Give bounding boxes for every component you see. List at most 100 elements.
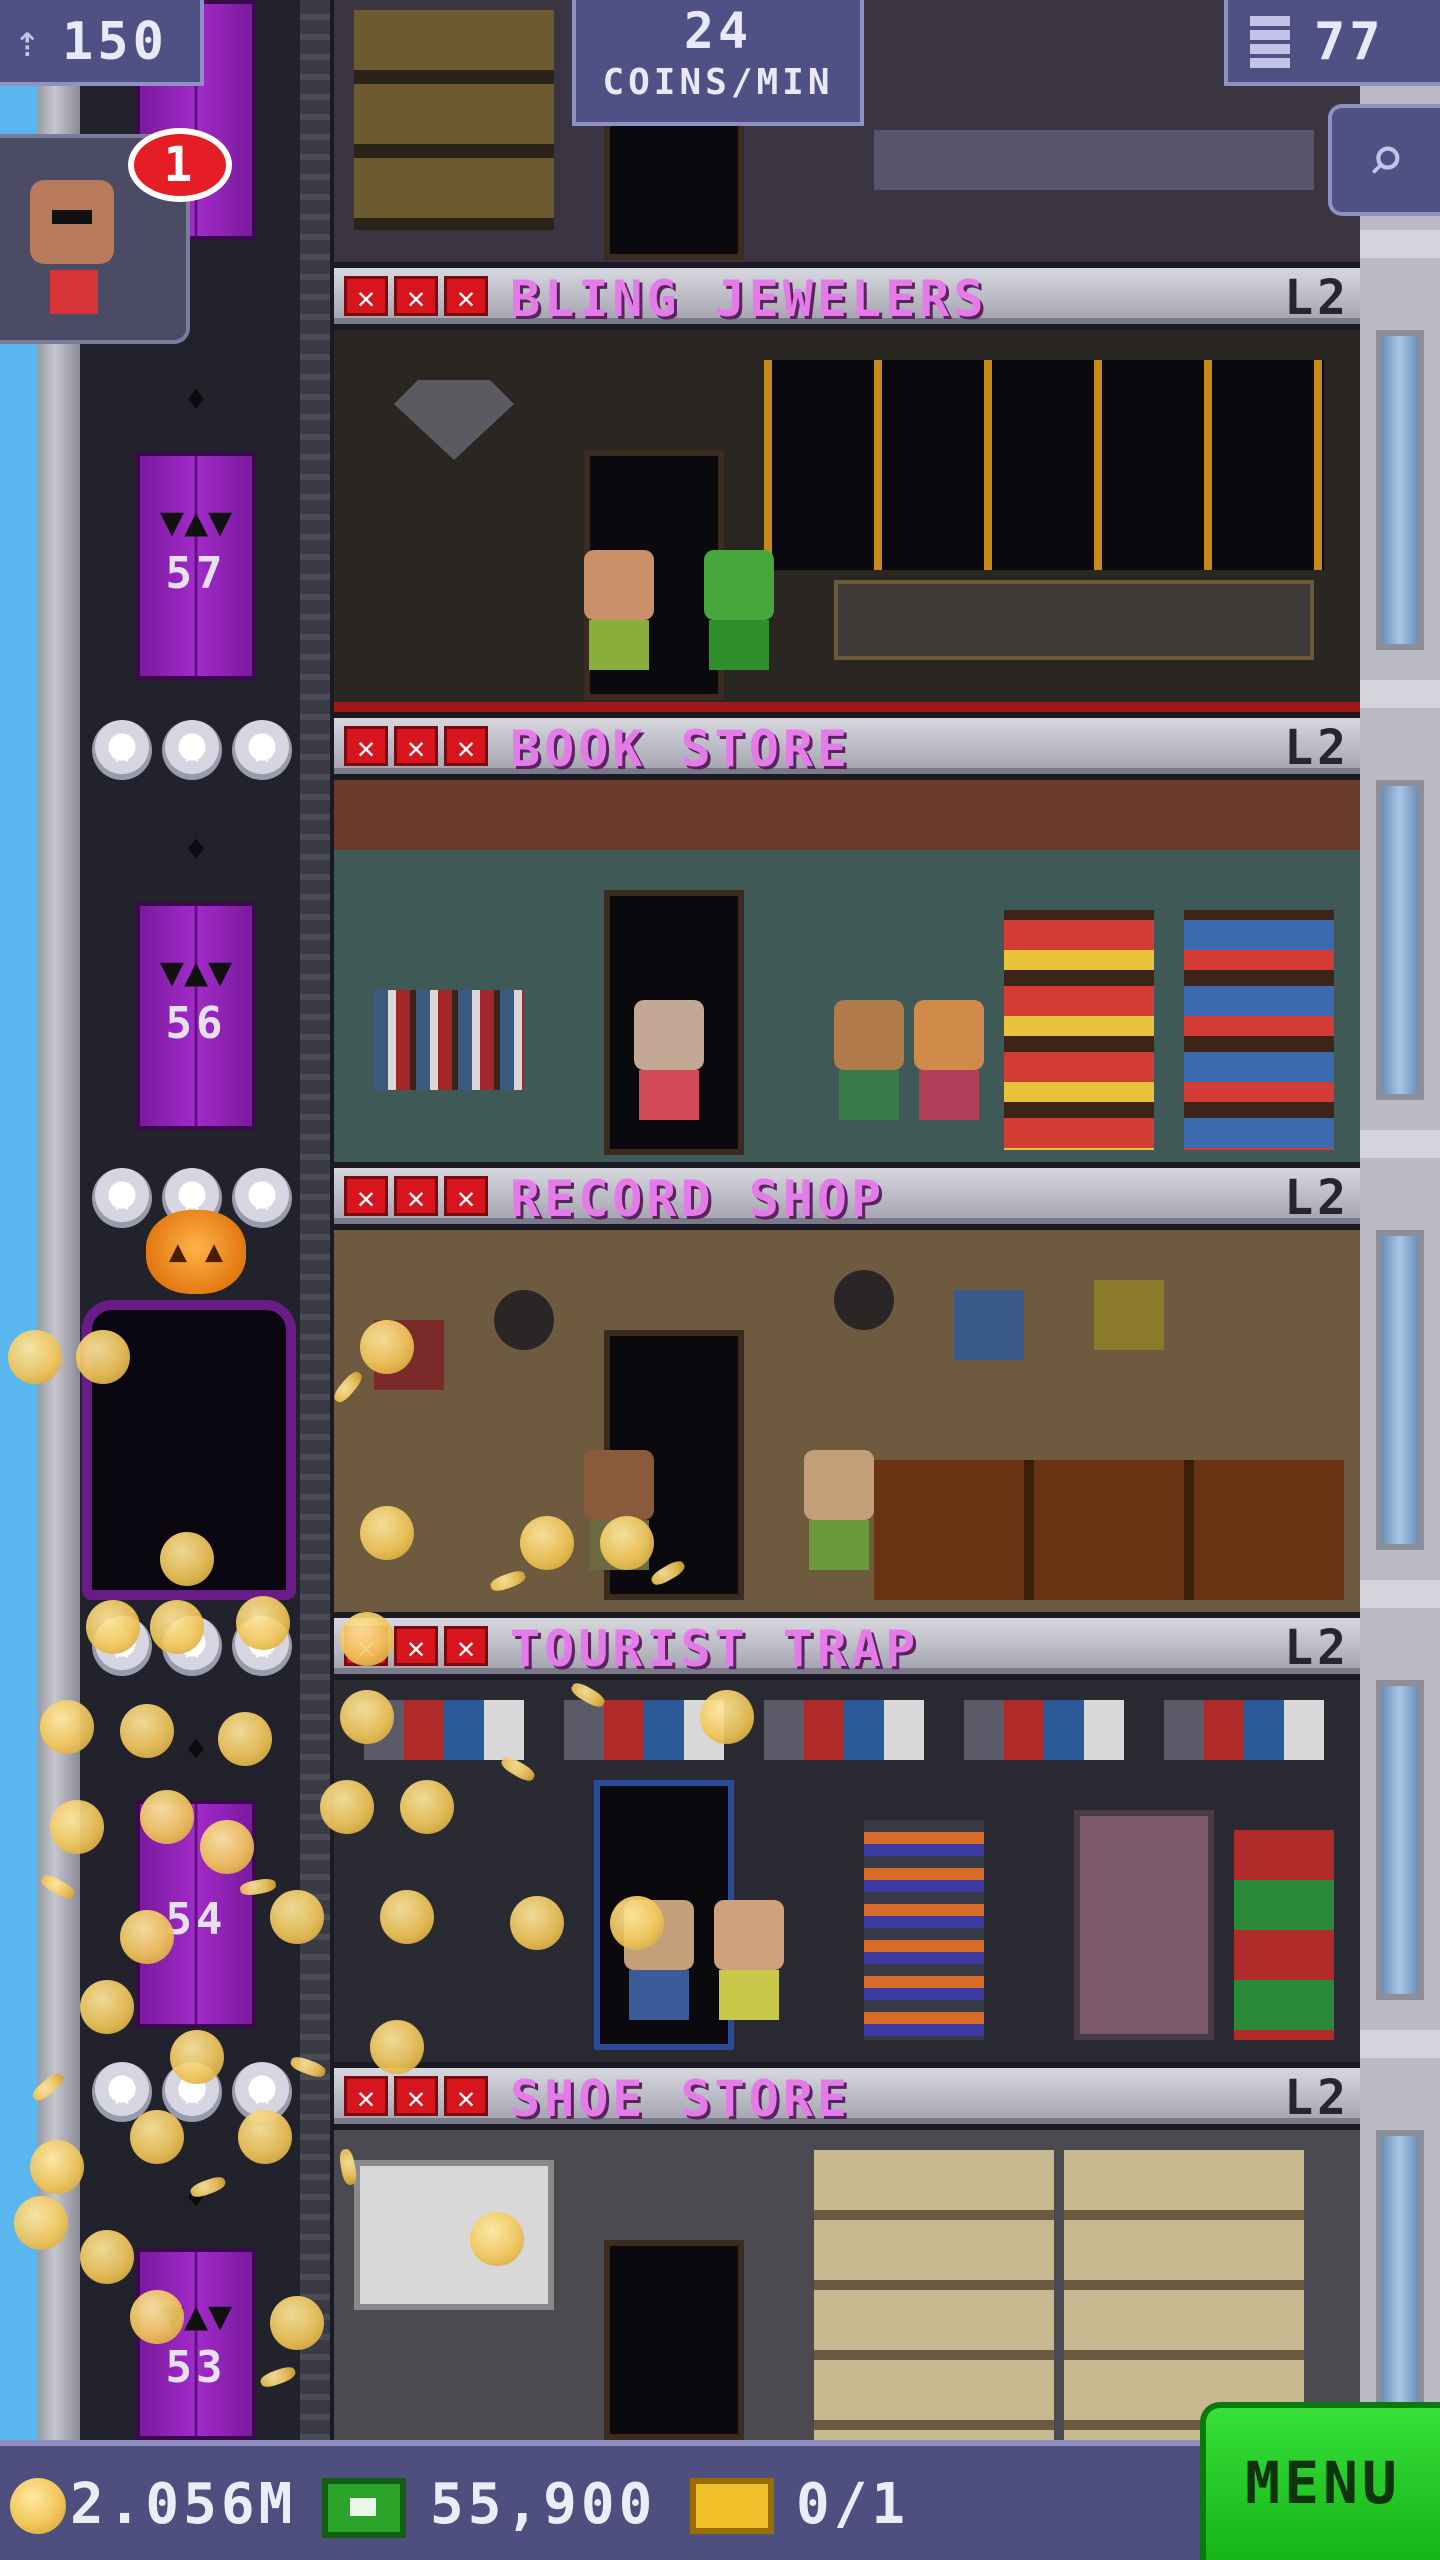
coin-icon (470, 2212, 524, 2266)
store-banner[interactable]: ✕ ✕ ✕ SHOE STORE L2 (334, 2068, 1360, 2128)
floor-indicator-icon: ♦ (185, 830, 207, 870)
coin-icon (236, 1596, 290, 1650)
store-level: L2 (1284, 1620, 1350, 1676)
visitor-person[interactable] (714, 1900, 784, 2020)
vinyl-record (494, 1290, 554, 1350)
floor-tourist-trap[interactable]: ✕ ✕ ✕ TOURIST TRAP L2 (334, 1618, 1360, 2068)
visitor-person[interactable] (704, 550, 774, 670)
coin-icon (80, 2230, 134, 2284)
visitor-person[interactable] (914, 1000, 984, 1120)
x-mark-icon: ✕ (394, 276, 438, 316)
x-mark-icon: ✕ (394, 726, 438, 766)
magnifier-icon: ⌕ (1366, 123, 1406, 197)
wall-divider (1360, 680, 1440, 708)
bookshelf (1184, 910, 1334, 1150)
visitor-person[interactable] (804, 1450, 874, 1570)
avatar-shirt (50, 270, 98, 314)
shoe-wall (1064, 2150, 1304, 2440)
visitor-person[interactable] (634, 1000, 704, 1120)
floors-counter[interactable]: 77 (1224, 0, 1440, 86)
room-door (604, 120, 744, 260)
coin-icon (360, 1320, 414, 1374)
star-icon: ★ (162, 720, 222, 780)
stock-status: ✕ ✕ ✕ (344, 726, 488, 766)
wall-divider (1360, 1580, 1440, 1608)
coins-total: 2.056M (70, 2472, 297, 2537)
elevator-floor-number: 53 (165, 2342, 227, 2393)
store-banner[interactable]: ✕ ✕ ✕ TOURIST TRAP L2 (334, 1618, 1360, 1678)
store-banner[interactable]: ✕ ✕ ✕ BLING JEWELERS L2 (334, 268, 1360, 328)
building-window (1376, 330, 1424, 650)
elevator-floor-number: 56 (165, 998, 227, 1049)
floors-value: 77 (1314, 12, 1385, 72)
display-shelf (354, 10, 554, 230)
room-interior (334, 2130, 1360, 2440)
store-name: SHOE STORE (510, 2070, 852, 2128)
coin-icon (150, 1600, 204, 1654)
notification-badge[interactable]: 1 (128, 128, 232, 202)
population-counter[interactable]: ⇡ 150 (0, 0, 204, 86)
x-mark-icon: ✕ (444, 726, 488, 766)
coin-icon (270, 2296, 324, 2350)
coin-icon (10, 2478, 66, 2534)
star-icon: ★ (92, 1168, 152, 1228)
coin-icon (520, 1516, 574, 1570)
population-value: 150 (62, 12, 168, 72)
coin-icon (218, 1712, 272, 1766)
coin-icon (30, 2140, 84, 2194)
floor-record-shop[interactable]: ✕ ✕ ✕ RECORD SHOP L2 (334, 1168, 1360, 1618)
x-mark-icon: ✕ (344, 726, 388, 766)
visitor-person[interactable] (834, 1000, 904, 1120)
coin-icon (510, 1896, 564, 1950)
store-banner[interactable]: ✕ ✕ ✕ BOOK STORE L2 (334, 718, 1360, 778)
coin-icon (120, 1704, 174, 1758)
star-icon: ★ (232, 720, 292, 780)
elevator-floor-number: 57 (165, 548, 227, 599)
store-name: BLING JEWELERS (510, 270, 988, 328)
floor-book-store[interactable]: ✕ ✕ ✕ BOOK STORE L2 (334, 718, 1360, 1168)
x-mark-icon: ✕ (444, 2076, 488, 2116)
floor-rating-stars: ★ ★ ★ (92, 720, 292, 780)
room-interior (334, 780, 1360, 1162)
wall-divider (1360, 1130, 1440, 1158)
glasses-icon (52, 210, 92, 224)
coin-icon (80, 1980, 134, 2034)
menu-button[interactable]: MENU (1200, 2402, 1440, 2560)
building-window (1376, 2130, 1424, 2410)
store-level: L2 (1284, 270, 1350, 326)
x-mark-icon: ✕ (444, 276, 488, 316)
coin-icon (340, 1612, 394, 1666)
coins-rate-panel[interactable]: 24 COINS/MIN (572, 0, 864, 126)
store-banner[interactable]: ✕ ✕ ✕ RECORD SHOP L2 (334, 1168, 1360, 1228)
room-interior (334, 1680, 1360, 2062)
building-window (1376, 780, 1424, 1100)
coin-icon (140, 1790, 194, 1844)
x-mark-icon: ✕ (344, 2076, 388, 2116)
room-door (604, 2240, 744, 2440)
shoe-wall (814, 2150, 1054, 2440)
bookshelf (1004, 910, 1154, 1150)
x-mark-icon: ✕ (394, 1626, 438, 1666)
glass-counter (834, 580, 1314, 660)
record-bins (874, 1460, 1344, 1600)
coin-icon (86, 1600, 140, 1654)
souvenir-row (364, 1700, 1324, 1760)
coin-icon (270, 1890, 324, 1944)
coin-icon (238, 2110, 292, 2164)
coin-icon (76, 1330, 130, 1384)
star-icon: ★ (232, 1168, 292, 1228)
x-mark-icon: ✕ (344, 1176, 388, 1216)
coin-icon (130, 2290, 184, 2344)
building-window (1376, 1230, 1424, 1550)
coin-icon (120, 1910, 174, 1964)
diamond-icon (394, 380, 514, 460)
bookshelf (374, 990, 524, 1090)
wall-divider (1360, 2030, 1440, 2058)
coin-icon (170, 2030, 224, 2084)
coin-icon (14, 2196, 68, 2250)
visitor-person[interactable] (584, 550, 654, 670)
coin-icon (320, 1780, 374, 1834)
zoom-button[interactable]: ⌕ (1328, 104, 1440, 216)
stock-status: ✕ ✕ ✕ (344, 2076, 488, 2116)
floor-bling-jewelers[interactable]: ✕ ✕ ✕ BLING JEWELERS L2 (334, 268, 1360, 718)
